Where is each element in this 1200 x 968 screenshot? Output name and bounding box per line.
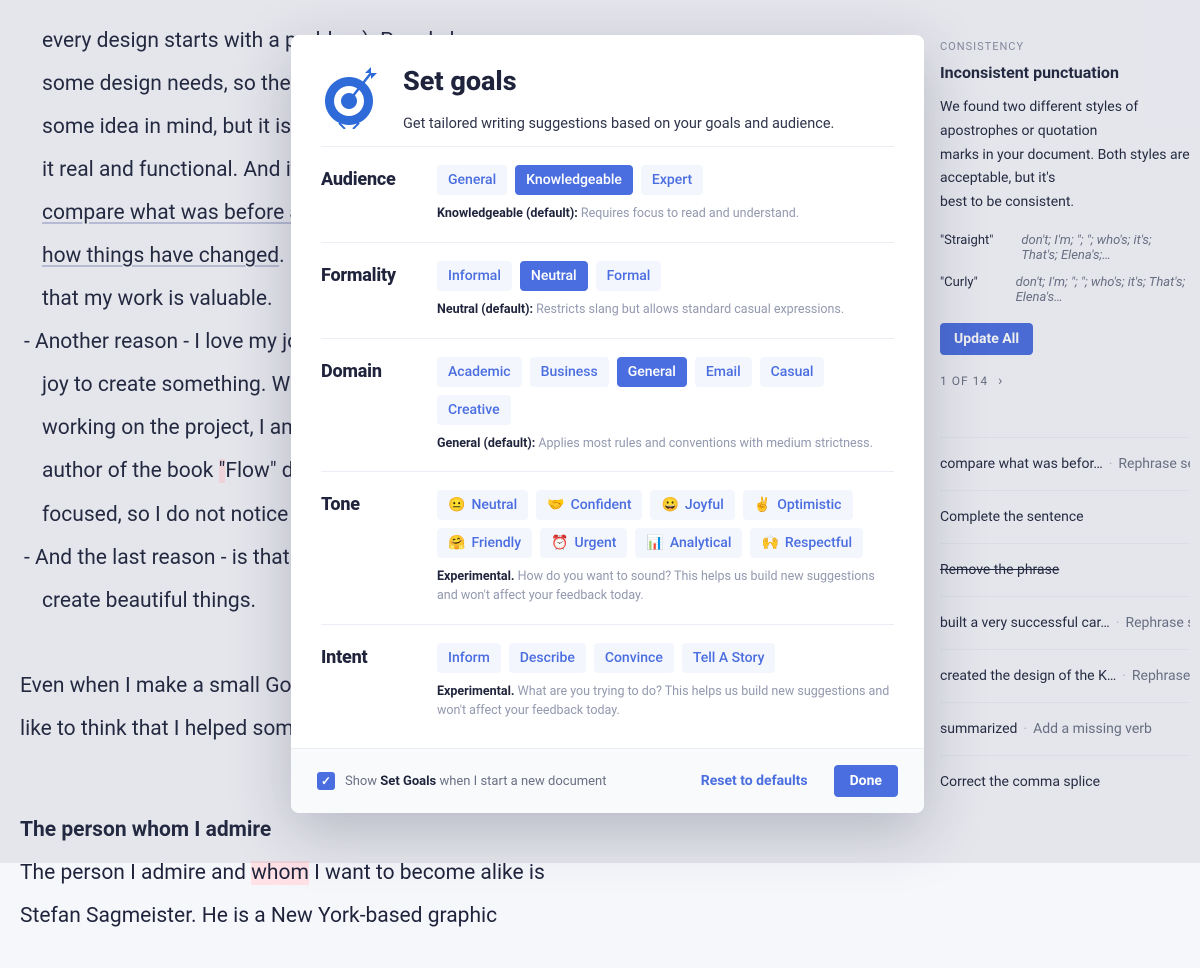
intent-option-convince[interactable]: Convince bbox=[594, 643, 674, 673]
emoji-icon: ⏰ bbox=[551, 535, 568, 551]
option-label: Formal bbox=[607, 268, 651, 284]
option-label: Optimistic bbox=[777, 497, 841, 513]
audience-option-general[interactable]: General bbox=[437, 165, 507, 195]
tone-option-joyful[interactable]: 😀 Joyful bbox=[650, 490, 734, 520]
formality-option-formal[interactable]: Formal bbox=[596, 261, 662, 291]
intent-option-tell-a-story[interactable]: Tell A Story bbox=[682, 643, 776, 673]
domain-option-business[interactable]: Business bbox=[530, 357, 609, 387]
modal-subtitle: Get tailored writing suggestions based o… bbox=[403, 115, 894, 132]
option-label: Expert bbox=[652, 172, 692, 188]
tone-option-analytical[interactable]: 📊 Analytical bbox=[635, 528, 742, 558]
option-label: Friendly bbox=[471, 535, 521, 551]
option-label: Casual bbox=[771, 364, 814, 380]
section-formality: Formality Informal Neutral Formal Neutral (d… bbox=[321, 242, 894, 338]
option-label: Analytical bbox=[670, 535, 732, 551]
doc-paragraph: Stefan Sagmeister. He is a New York-base… bbox=[20, 895, 680, 938]
modal-title: Set goals bbox=[403, 65, 894, 97]
section-label: Formality bbox=[321, 261, 413, 320]
option-label: Email bbox=[706, 364, 741, 380]
tone-option-urgent[interactable]: ⏰ Urgent bbox=[540, 528, 627, 558]
done-button[interactable]: Done bbox=[834, 765, 898, 797]
show-set-goals-checkbox[interactable]: ✓ bbox=[317, 772, 335, 790]
option-label: Neutral bbox=[471, 497, 517, 513]
audience-option-knowledgeable[interactable]: Knowledgeable bbox=[515, 165, 633, 195]
section-label: Intent bbox=[321, 643, 413, 721]
target-icon bbox=[321, 65, 381, 129]
domain-option-general[interactable]: General bbox=[617, 357, 687, 387]
emoji-icon: 🙌 bbox=[761, 535, 778, 551]
emoji-icon: 😀 bbox=[661, 497, 678, 513]
option-label: Confident bbox=[571, 497, 632, 513]
section-helper: General (default): Applies most rules an… bbox=[437, 435, 894, 454]
option-label: General bbox=[628, 364, 676, 380]
section-domain: Domain Academic Business General Email Casual… bbox=[321, 338, 894, 472]
option-label: Urgent bbox=[575, 535, 617, 551]
tone-option-respectful[interactable]: 🙌 Respectful bbox=[750, 528, 863, 558]
emoji-icon: 🤝 bbox=[547, 497, 564, 513]
section-label: Audience bbox=[321, 165, 413, 224]
option-label: Inform bbox=[448, 650, 490, 666]
intent-option-inform[interactable]: Inform bbox=[437, 643, 501, 673]
option-label: Joyful bbox=[685, 497, 724, 513]
audience-option-expert[interactable]: Expert bbox=[641, 165, 703, 195]
emoji-icon: 📊 bbox=[646, 535, 663, 551]
section-helper: Experimental. What are you trying to do?… bbox=[437, 683, 894, 721]
tone-option-friendly[interactable]: 🤗 Friendly bbox=[437, 528, 532, 558]
section-helper: Experimental. How do you want to sound? … bbox=[437, 568, 894, 606]
emoji-icon: 😐 bbox=[448, 497, 465, 513]
section-helper: Knowledgeable (default): Requires focus … bbox=[437, 205, 894, 224]
domain-option-creative[interactable]: Creative bbox=[437, 395, 511, 425]
option-label: Informal bbox=[448, 268, 501, 284]
domain-option-academic[interactable]: Academic bbox=[437, 357, 522, 387]
domain-option-casual[interactable]: Casual bbox=[760, 357, 825, 387]
option-label: Business bbox=[541, 364, 598, 380]
intent-option-describe[interactable]: Describe bbox=[509, 643, 586, 673]
section-tone: Tone 😐 Neutral 🤝 Confident 😀 Joyful ✌️ Optimisti… bbox=[321, 471, 894, 624]
tone-option-confident[interactable]: 🤝 Confident bbox=[536, 490, 642, 520]
option-label: Neutral bbox=[531, 268, 577, 284]
set-goals-modal: Set goals Get tailored writing suggestio… bbox=[291, 35, 924, 813]
option-label: Knowledgeable bbox=[526, 172, 622, 188]
tone-option-optimistic[interactable]: ✌️ Optimistic bbox=[743, 490, 853, 520]
section-helper: Neutral (default): Restricts slang but a… bbox=[437, 301, 894, 320]
section-intent: Intent Inform Describe Convince Tell A Story… bbox=[321, 624, 894, 739]
formality-option-neutral[interactable]: Neutral bbox=[520, 261, 588, 291]
section-audience: Audience General Knowledgeable Expert Knowle… bbox=[321, 146, 894, 242]
domain-option-email[interactable]: Email bbox=[695, 357, 752, 387]
reset-to-defaults-button[interactable]: Reset to defaults bbox=[701, 773, 808, 789]
option-label: Respectful bbox=[785, 535, 852, 551]
tone-option-neutral[interactable]: 😐 Neutral bbox=[437, 490, 528, 520]
section-label: Tone bbox=[321, 490, 413, 606]
emoji-icon: ✌️ bbox=[754, 497, 771, 513]
section-label: Domain bbox=[321, 357, 413, 454]
option-label: Tell A Story bbox=[693, 650, 765, 666]
formality-option-informal[interactable]: Informal bbox=[437, 261, 512, 291]
option-label: Academic bbox=[448, 364, 511, 380]
option-label: Convince bbox=[605, 650, 663, 666]
emoji-icon: 🤗 bbox=[448, 535, 465, 551]
option-label: Describe bbox=[520, 650, 575, 666]
option-label: Creative bbox=[448, 402, 500, 418]
footer-checkbox-label: Show Set Goals when I start a new docume… bbox=[345, 774, 607, 789]
option-label: General bbox=[448, 172, 496, 188]
